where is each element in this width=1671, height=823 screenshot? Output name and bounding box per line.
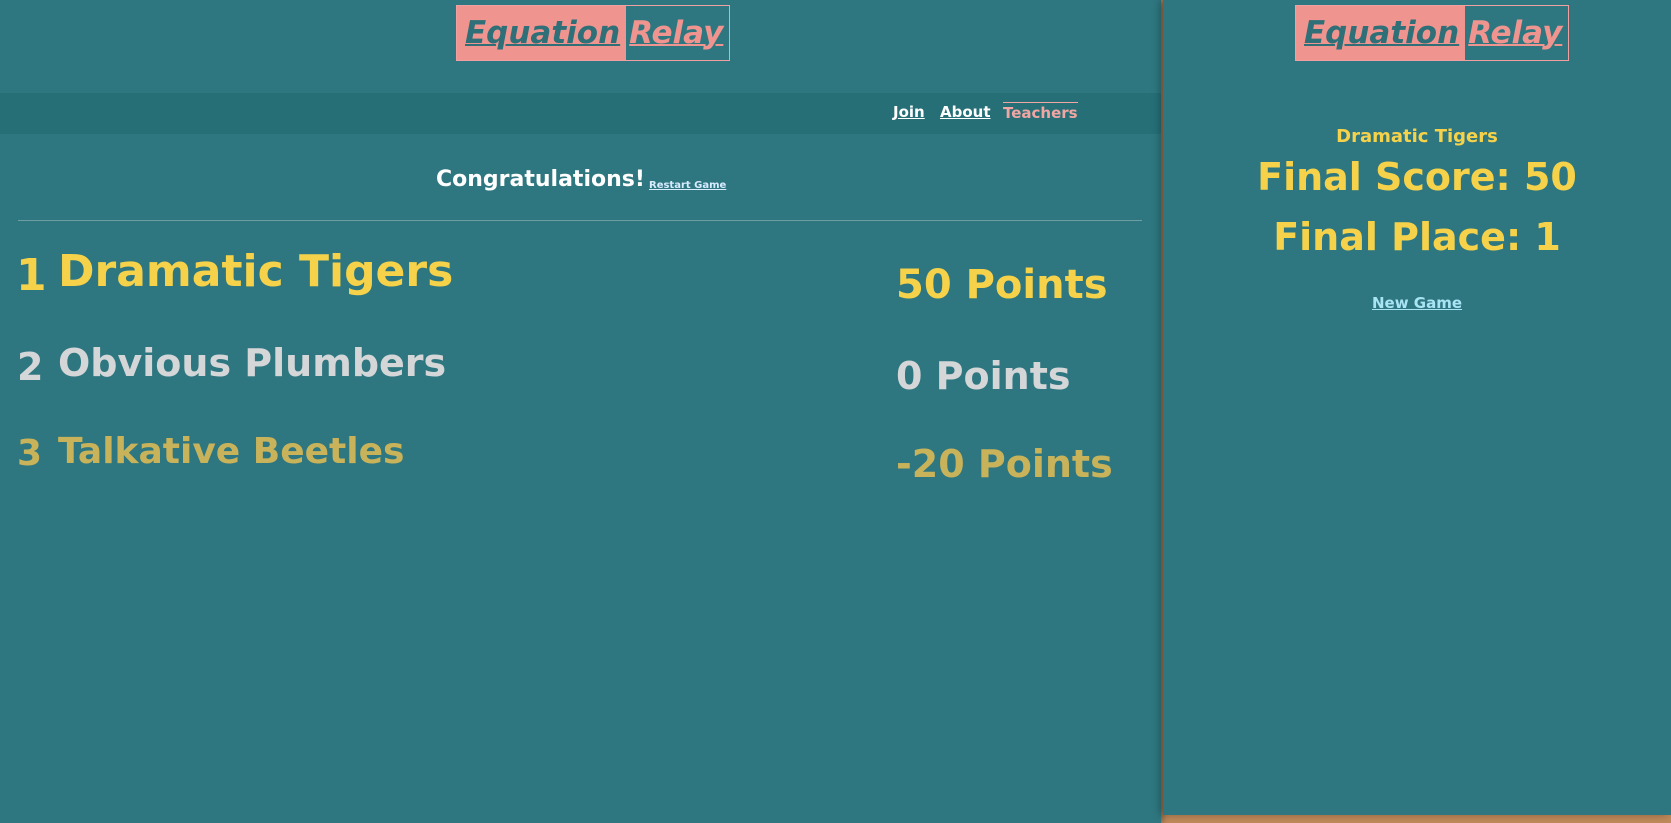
- rank-number: 3: [17, 433, 43, 474]
- rank-number: 2: [17, 345, 44, 389]
- rank-number: 1: [16, 250, 47, 301]
- team-name: Talkative Beetles: [58, 431, 405, 472]
- logo-equation: Equation: [457, 6, 627, 60]
- congratulations-heading: Congratulations!: [436, 167, 645, 192]
- navbar: Join About Teachers: [0, 93, 1161, 134]
- logo-relay: Relay: [629, 15, 724, 51]
- logo[interactable]: Equation Relay: [1295, 5, 1570, 61]
- final-score: Final Score: 50: [1257, 155, 1577, 199]
- team-points: 50 Points: [896, 262, 1108, 308]
- nav-about-link[interactable]: About: [940, 103, 991, 121]
- team-name: Obvious Plumbers: [58, 341, 447, 385]
- player-team-name: Dramatic Tigers: [1336, 126, 1498, 147]
- new-game-link[interactable]: New Game: [1163, 294, 1671, 312]
- host-window: Equation Relay Join About Teachers Congr…: [0, 0, 1161, 823]
- team-points: 0 Points: [896, 354, 1071, 398]
- player-window: Equation Relay Dramatic Tigers Final Sco…: [1163, 0, 1671, 815]
- nav-teachers-link[interactable]: Teachers: [1003, 102, 1078, 122]
- team-name: Dramatic Tigers: [58, 246, 454, 297]
- logo[interactable]: Equation Relay: [456, 5, 731, 61]
- divider: [18, 220, 1142, 221]
- logo-relay: Relay: [1468, 15, 1563, 51]
- team-points: -20 Points: [896, 442, 1113, 486]
- restart-game-link[interactable]: Restart Game: [649, 180, 726, 191]
- logo-equation: Equation: [1296, 6, 1466, 60]
- nav-join-link[interactable]: Join: [893, 103, 925, 121]
- final-place: Final Place: 1: [1273, 215, 1561, 259]
